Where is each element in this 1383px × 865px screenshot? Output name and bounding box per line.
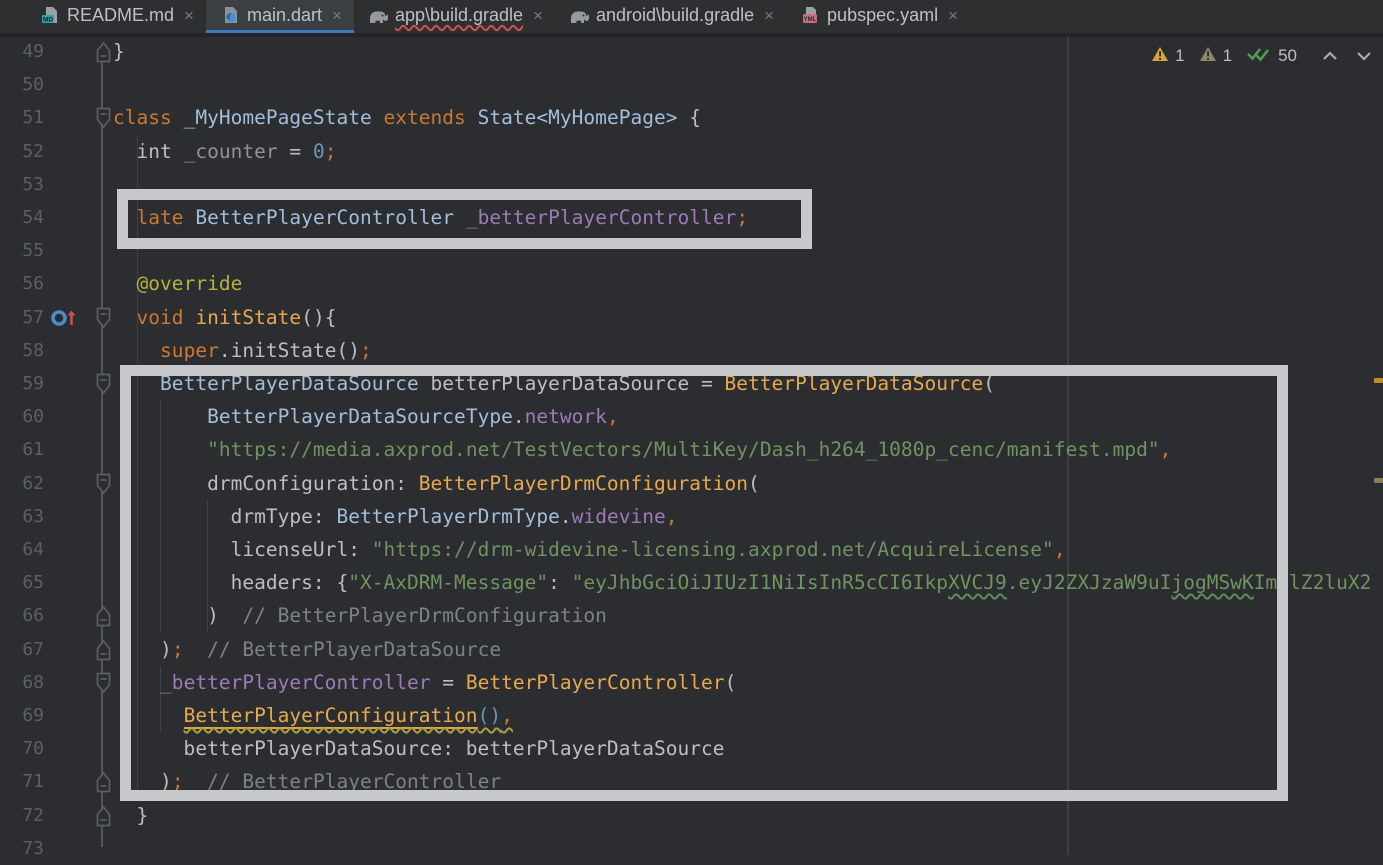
annotation-box-1 bbox=[117, 189, 812, 249]
tab-label: README.md bbox=[67, 5, 174, 26]
line-number: 61 bbox=[0, 433, 44, 466]
close-icon[interactable]: × bbox=[764, 7, 774, 24]
gutter-fold-line bbox=[101, 57, 103, 847]
fold-end-icon[interactable] bbox=[96, 639, 111, 661]
fold-end-icon[interactable] bbox=[96, 605, 111, 627]
code-line-58: super.initState(); bbox=[113, 334, 372, 367]
inspections-widget[interactable]: 1 1 50 bbox=[1151, 45, 1373, 67]
close-icon[interactable]: × bbox=[533, 7, 543, 24]
tab-label: app\build.gradle bbox=[395, 5, 523, 26]
line-number: 54 bbox=[0, 201, 44, 234]
md-file-icon: MD bbox=[40, 6, 60, 24]
close-icon[interactable]: × bbox=[332, 7, 342, 24]
annotation-box-2 bbox=[120, 365, 1288, 801]
editor-tab-bar: MDREADME.md×main.dart×app\build.gradle×a… bbox=[0, 0, 1383, 33]
gradle-file-icon bbox=[569, 6, 589, 24]
line-number: 72 bbox=[0, 799, 44, 832]
code-editor[interactable]: 4950515253545556575859606162636465666768… bbox=[0, 37, 1383, 855]
weak-warning-count: 1 bbox=[1223, 46, 1232, 66]
fold-start-icon[interactable] bbox=[96, 307, 111, 329]
line-number: 63 bbox=[0, 500, 44, 533]
fold-end-icon[interactable] bbox=[96, 41, 111, 63]
tab-readme-md[interactable]: MD README.md × bbox=[26, 0, 206, 33]
close-icon[interactable]: × bbox=[184, 7, 194, 24]
line-number: 57 bbox=[0, 301, 44, 334]
tab-android-build-gradle[interactable]: android\build.gradle × bbox=[555, 0, 786, 33]
fold-start-icon[interactable] bbox=[96, 373, 111, 395]
code-line-56: @override bbox=[113, 267, 242, 300]
line-number: 67 bbox=[0, 633, 44, 666]
weak-warning-icon bbox=[1199, 46, 1217, 67]
code-line-51: class _MyHomePageState extends State<MyH… bbox=[113, 101, 701, 134]
line-number: 59 bbox=[0, 367, 44, 400]
tab-app-build-gradle[interactable]: app\build.gradle × bbox=[354, 0, 555, 33]
tab-label: pubspec.yaml bbox=[827, 5, 938, 26]
close-icon[interactable]: × bbox=[948, 7, 958, 24]
line-number: 55 bbox=[0, 234, 44, 267]
line-number: 71 bbox=[0, 765, 44, 798]
code-line-57: void initState(){ bbox=[113, 301, 336, 334]
checks-passed-count: 50 bbox=[1278, 46, 1297, 66]
line-number: 56 bbox=[0, 267, 44, 300]
fold-end-icon[interactable] bbox=[96, 805, 111, 827]
line-number: 69 bbox=[0, 699, 44, 732]
line-number: 65 bbox=[0, 566, 44, 599]
checks-passed-icon bbox=[1246, 45, 1272, 67]
line-number: 53 bbox=[0, 168, 44, 201]
line-number: 73 bbox=[0, 832, 44, 865]
warning-count: 1 bbox=[1175, 46, 1184, 66]
line-number: 52 bbox=[0, 135, 44, 168]
fold-start-icon[interactable] bbox=[96, 107, 111, 129]
line-number: 49 bbox=[0, 35, 44, 68]
line-number: 50 bbox=[0, 68, 44, 101]
code-line-49: } bbox=[113, 35, 125, 68]
next-problem-chevron-down-icon[interactable] bbox=[1355, 50, 1373, 62]
svg-text:MD: MD bbox=[43, 17, 53, 24]
previous-problem-chevron-up-icon[interactable] bbox=[1321, 50, 1339, 62]
line-number: 64 bbox=[0, 533, 44, 566]
fold-start-icon[interactable] bbox=[96, 473, 111, 495]
fold-start-icon[interactable] bbox=[96, 672, 111, 694]
tab-label: main.dart bbox=[247, 5, 322, 26]
warning-icon bbox=[1151, 46, 1169, 67]
error-stripe-mark[interactable] bbox=[1374, 378, 1383, 383]
line-number: 62 bbox=[0, 467, 44, 500]
line-number: 66 bbox=[0, 599, 44, 632]
line-number: 70 bbox=[0, 732, 44, 765]
gradle-file-icon bbox=[368, 6, 388, 24]
error-stripe-mark[interactable] bbox=[1374, 478, 1383, 483]
line-number: 60 bbox=[0, 400, 44, 433]
line-number: 58 bbox=[0, 334, 44, 367]
tab-label: android\build.gradle bbox=[596, 5, 754, 26]
override-method-icon[interactable] bbox=[49, 306, 79, 328]
tab-main-dart[interactable]: main.dart × bbox=[206, 0, 354, 33]
line-number: 68 bbox=[0, 666, 44, 699]
line-number: 51 bbox=[0, 101, 44, 134]
yaml-file-icon: YML bbox=[800, 6, 820, 24]
code-line-52: int _counter = 0; bbox=[113, 135, 336, 168]
dart-file-icon bbox=[220, 6, 240, 24]
fold-end-icon[interactable] bbox=[96, 771, 111, 793]
code-line-72: } bbox=[113, 799, 148, 832]
tab-pubspec-yaml[interactable]: YML pubspec.yaml × bbox=[786, 0, 970, 33]
svg-text:YML: YML bbox=[804, 17, 817, 23]
